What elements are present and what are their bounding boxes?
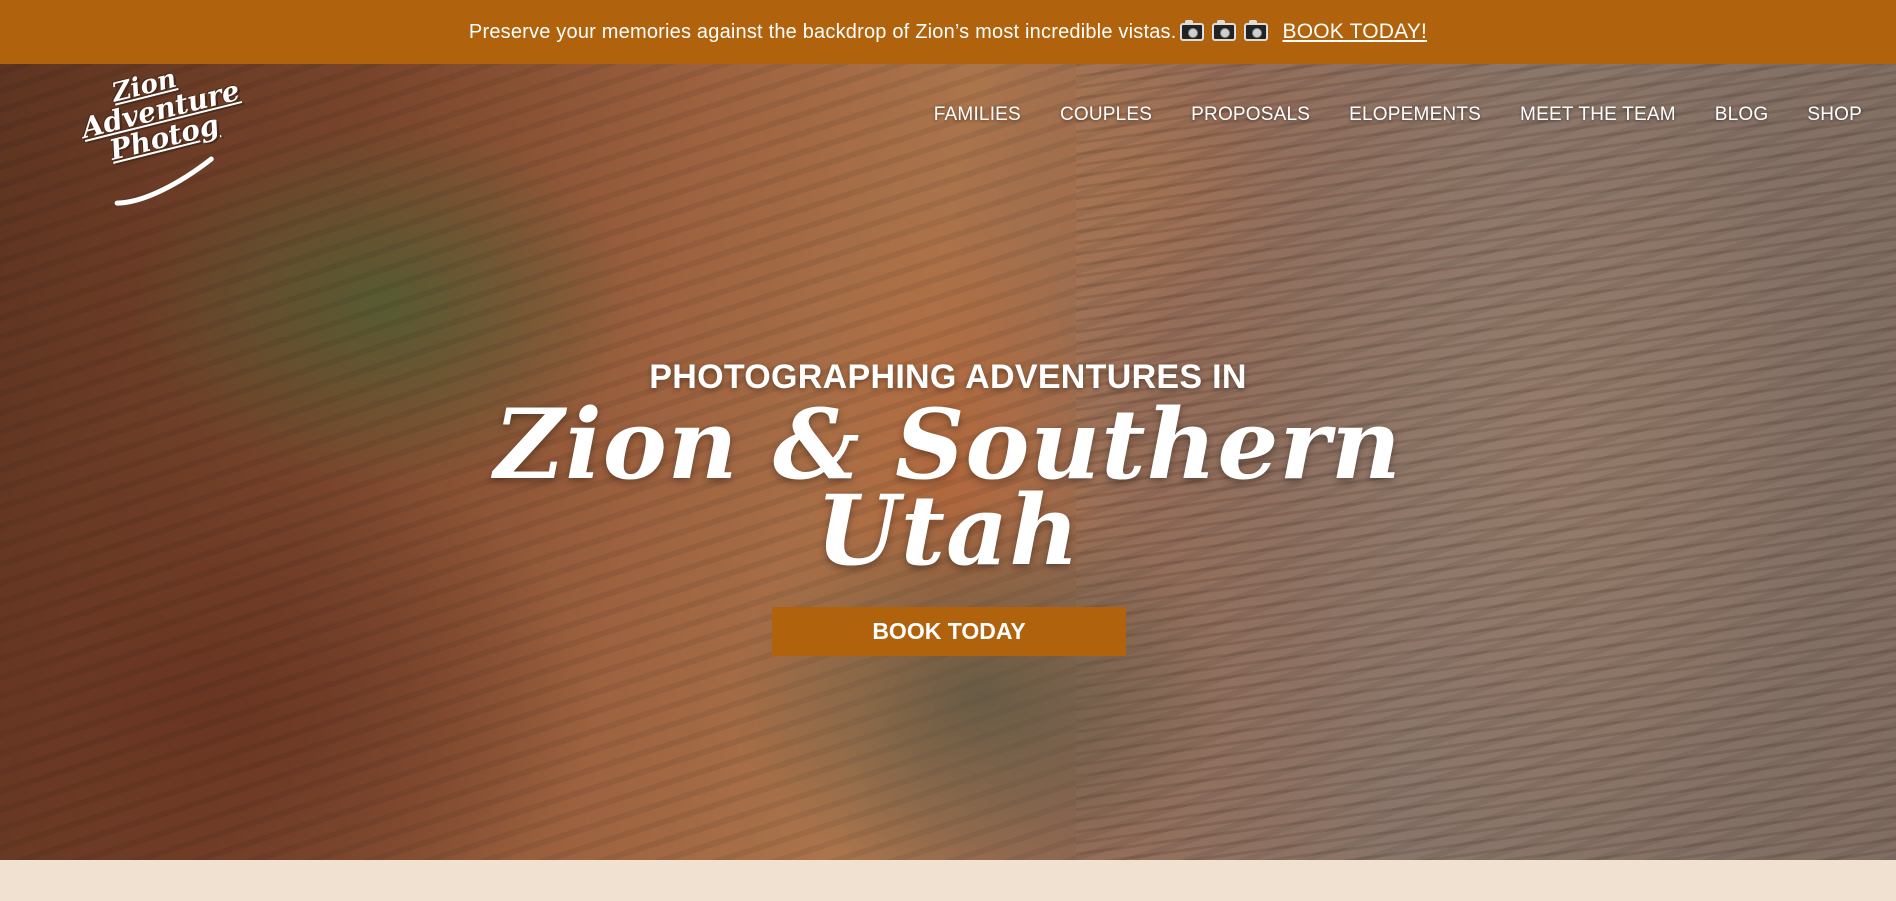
camera-icon [1180,20,1205,41]
next-section [0,860,1896,901]
hero-headline: Zion & Southern Utah [0,397,1896,587]
camera-icon [1212,20,1237,41]
announcement-bar: Preserve your memories against the backd… [0,0,1896,64]
hero-headline-line-2: Utah [815,474,1081,587]
nav-item-elopements[interactable]: ELOPEMENTS [1349,104,1481,126]
nav-item-couples[interactable]: COUPLES [1060,104,1152,126]
main-nav: FAMILIES COUPLES PROPOSALS ELOPEMENTS ME… [934,104,1862,126]
announcement-text: Preserve your memories against the backd… [468,20,1177,43]
nav-item-families[interactable]: FAMILIES [934,104,1021,126]
nav-item-meet-the-team[interactable]: MEET THE TEAM [1520,104,1676,126]
nav-item-shop[interactable]: SHOP [1807,104,1862,126]
announcement-icons [1180,20,1269,41]
book-today-button[interactable]: BOOK TODAY [772,607,1126,656]
nav-item-proposals[interactable]: PROPOSALS [1191,104,1310,126]
announcement-book-link[interactable]: BOOK TODAY! [1282,20,1427,44]
nav-item-blog[interactable]: BLOG [1715,104,1769,126]
camera-icon [1244,20,1269,41]
